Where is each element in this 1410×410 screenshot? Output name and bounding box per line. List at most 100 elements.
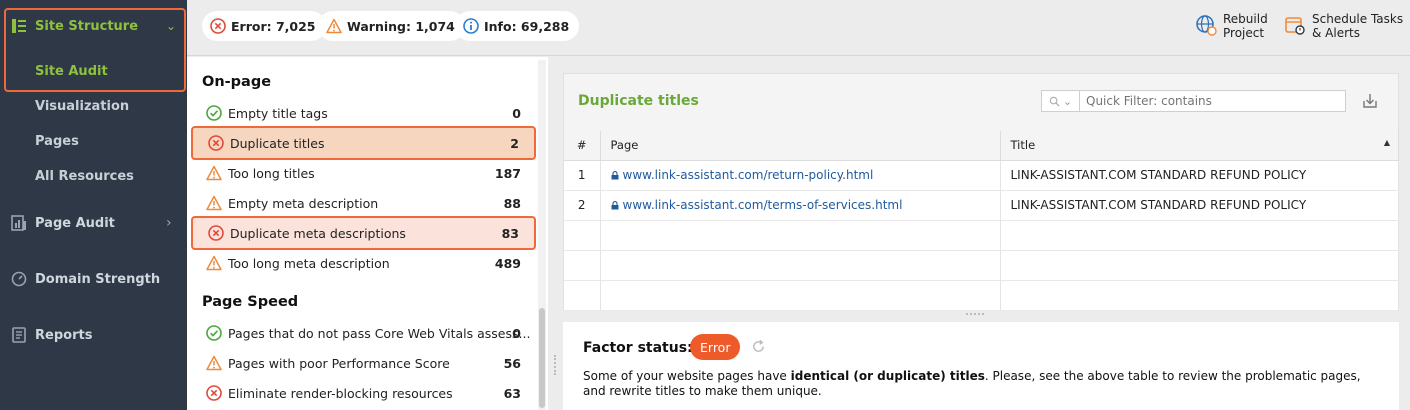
page-link[interactable]: www.link-assistant.com/return-policy.htm…	[623, 168, 874, 182]
sidebar-item-label: Site Structure	[35, 18, 139, 34]
sidebar-item-page-audit[interactable]: Page Audit ›	[0, 205, 187, 241]
factor-row[interactable]: Too long titles 187	[191, 156, 536, 190]
schedule-tasks-button[interactable]: Schedule Tasks & Alerts	[1284, 12, 1403, 40]
factor-label: Eliminate render-blocking resources	[228, 385, 453, 401]
factor-list-scrollbar[interactable]	[538, 60, 546, 410]
factor-row[interactable]: Duplicate titles 2	[191, 126, 536, 160]
warning-icon	[206, 355, 222, 371]
sidebar-item-pages[interactable]: Pages	[35, 134, 79, 149]
schedule-tasks-label: Schedule Tasks & Alerts	[1312, 12, 1403, 40]
page-link[interactable]: www.link-assistant.com/terms-of-services…	[623, 198, 903, 212]
table-header-row: # Page Title ▲	[564, 131, 1399, 161]
sidebar-item-label: Reports	[35, 327, 93, 343]
empty-cell	[600, 250, 1001, 281]
sidebar-item-site-audit[interactable]: Site Audit	[35, 64, 108, 79]
factor-count: 0	[512, 325, 521, 341]
factor-count: 187	[494, 165, 521, 181]
factor-list: On-page Empty title tags 0 Duplicate title…	[187, 57, 548, 410]
factor-row[interactable]: Duplicate meta descriptions 83	[191, 216, 536, 250]
factor-count: 2	[510, 135, 519, 151]
info-icon	[463, 18, 479, 34]
rebuild-label-line2: Project	[1223, 26, 1265, 40]
column-header-title[interactable]: Title ▲	[1000, 131, 1399, 161]
warning-count-pill[interactable]: Warning: 1,074	[318, 11, 465, 41]
quick-filter: ⌄	[1041, 90, 1346, 112]
filter-mode-dropdown[interactable]: ⌄	[1042, 91, 1080, 111]
rebuild-project-button[interactable]: Rebuild Project	[1195, 12, 1268, 40]
empty-cell	[600, 220, 1001, 251]
factor-status-label: Factor status:	[583, 340, 693, 356]
title-cell: LINK-ASSISTANT.COM STANDARD REFUND POLIC…	[1000, 190, 1399, 221]
status-badge: Error	[690, 334, 741, 360]
column-header-num[interactable]: #	[564, 131, 601, 161]
rebuild-label-line1: Rebuild	[1223, 12, 1268, 26]
check-circle-icon	[206, 105, 222, 121]
lock-icon	[611, 171, 618, 180]
empty-cell	[1000, 220, 1399, 251]
table-row-empty	[564, 220, 1399, 251]
quick-filter-input[interactable]	[1080, 94, 1340, 108]
factor-row[interactable]: Pages that do not pass Core Web Vitals a…	[191, 316, 536, 350]
factor-label: Pages with poor Performance Score	[228, 355, 450, 371]
sidebar-item-reports[interactable]: Reports	[0, 317, 187, 353]
section-title-page-speed: Page Speed	[202, 294, 299, 310]
chevron-right-icon: ›	[166, 215, 172, 231]
sidebar-item-all-resources[interactable]: All Resources	[35, 169, 134, 184]
factor-description-part: Some of your website pages have	[583, 369, 791, 383]
error-icon	[210, 18, 226, 34]
vertical-splitter-handle[interactable]	[554, 355, 557, 375]
sidebar-item-label: Page Audit	[35, 215, 115, 231]
sidebar-item-label: Domain Strength	[35, 271, 161, 287]
error-count-pill[interactable]: Error: 7,025	[202, 11, 326, 41]
factor-label: Empty meta description	[228, 195, 379, 211]
results-table: # Page Title ▲ 1 www.link-assistant.com/re…	[564, 131, 1399, 311]
schedule-label-line1: Schedule Tasks	[1312, 12, 1404, 26]
globe-refresh-icon	[1196, 15, 1217, 36]
refresh-icon[interactable]	[751, 339, 766, 354]
factor-label: Pages that do not pass Core Web Vitals a…	[228, 325, 531, 341]
error-count: Error: 7,025	[231, 18, 316, 34]
column-header-title-label: Title	[1010, 138, 1036, 153]
empty-cell	[600, 280, 1001, 311]
rebuild-project-label: Rebuild Project	[1223, 12, 1268, 40]
sidebar: Site Structure ⌄ Site Audit Visualizatio…	[0, 0, 187, 410]
info-count-pill[interactable]: Info: 69,288	[455, 11, 580, 41]
top-bar: Error: 7,025 Warning: 1,074 Info: 69,288…	[187, 0, 1410, 56]
empty-cell	[564, 220, 601, 251]
factor-row[interactable]: Pages with poor Performance Score 56	[191, 346, 536, 380]
table-row-empty	[564, 250, 1399, 281]
reports-icon	[12, 327, 26, 343]
factor-label: Duplicate meta descriptions	[230, 225, 406, 241]
details-panel: Duplicate titles ⌄ # Page Title ▲ 1 www.li…	[563, 73, 1399, 311]
site-structure-icon	[12, 19, 26, 33]
factor-count: 83	[501, 225, 519, 241]
scrollbar-thumb[interactable]	[539, 308, 545, 408]
schedule-label-line2: & Alerts	[1312, 26, 1360, 40]
factor-status-panel: Factor status: Error Some of your websit…	[563, 322, 1399, 410]
factor-count: 56	[503, 355, 521, 371]
sidebar-item-visualization[interactable]: Visualization	[35, 99, 129, 114]
page-cell: www.link-assistant.com/return-policy.htm…	[600, 160, 1001, 191]
factor-count: 63	[503, 385, 521, 401]
warning-icon	[206, 165, 222, 181]
factor-row[interactable]: Empty title tags 0	[191, 96, 536, 130]
warning-count: Warning: 1,074	[347, 18, 455, 34]
horizontal-splitter-handle[interactable]	[966, 313, 984, 317]
title-cell: LINK-ASSISTANT.COM STANDARD REFUND POLIC…	[1000, 160, 1399, 191]
empty-cell	[564, 280, 601, 311]
chevron-down-icon: ⌄	[166, 19, 177, 33]
factor-row[interactable]: Too long meta description 489	[191, 246, 536, 280]
error-icon	[206, 385, 222, 401]
check-circle-icon	[206, 325, 222, 341]
factor-count: 88	[503, 195, 521, 211]
table-row[interactable]: 2 www.link-assistant.com/terms-of-service…	[564, 190, 1399, 221]
factor-row[interactable]: Eliminate render-blocking resources 63	[191, 376, 536, 410]
sidebar-item-site-structure[interactable]: Site Structure ⌄	[0, 8, 187, 44]
sidebar-item-domain-strength[interactable]: Domain Strength	[0, 261, 187, 297]
chevron-down-icon: ⌄	[1062, 94, 1073, 108]
factor-row[interactable]: Empty meta description 88	[191, 186, 536, 220]
factor-label: Empty title tags	[228, 105, 328, 121]
column-header-page[interactable]: Page	[600, 131, 1001, 161]
table-row[interactable]: 1 www.link-assistant.com/return-policy.ht…	[564, 160, 1399, 191]
export-icon[interactable]	[1361, 92, 1379, 110]
